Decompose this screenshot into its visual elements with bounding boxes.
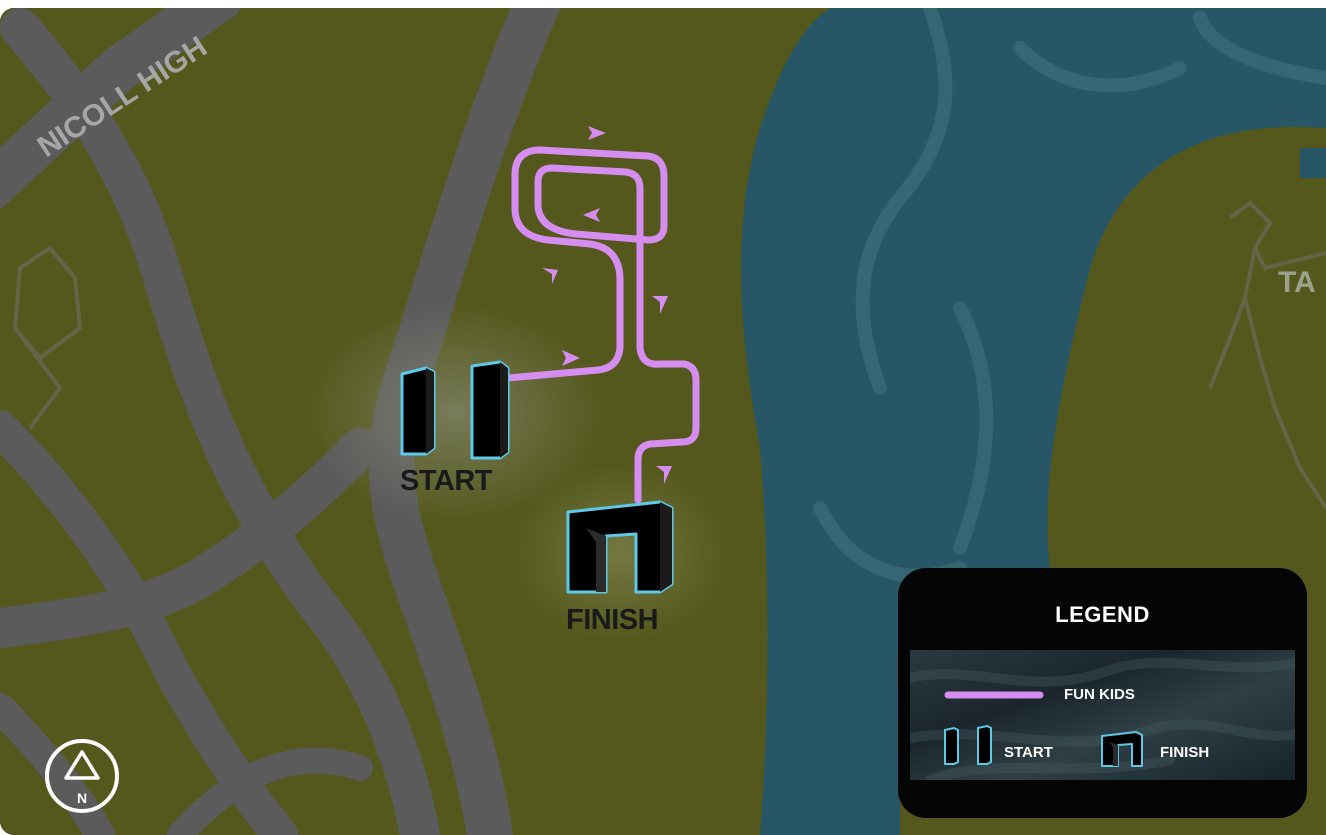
legend-title: LEGEND [1055, 602, 1150, 627]
legend-box: LEGEND FUN KIDS START FINISH [898, 568, 1307, 818]
finish-label: FINISH [566, 604, 658, 636]
map-frame: NICOLL HIGH TA START FINISH N LEGEND FUN… [0, 8, 1326, 835]
edge-place-label: TA [1278, 266, 1316, 299]
start-label: START [400, 465, 493, 497]
legend-label-fun-kids: FUN KIDS [1064, 686, 1135, 703]
legend-label-finish: FINISH [1160, 744, 1210, 761]
water-inlet [1300, 148, 1326, 178]
finish-arch-icon [1101, 731, 1143, 767]
compass-n-label: N [77, 790, 87, 806]
legend-label-start: START [1004, 744, 1053, 761]
legend-panel: FUN KIDS START FINISH [910, 650, 1295, 780]
